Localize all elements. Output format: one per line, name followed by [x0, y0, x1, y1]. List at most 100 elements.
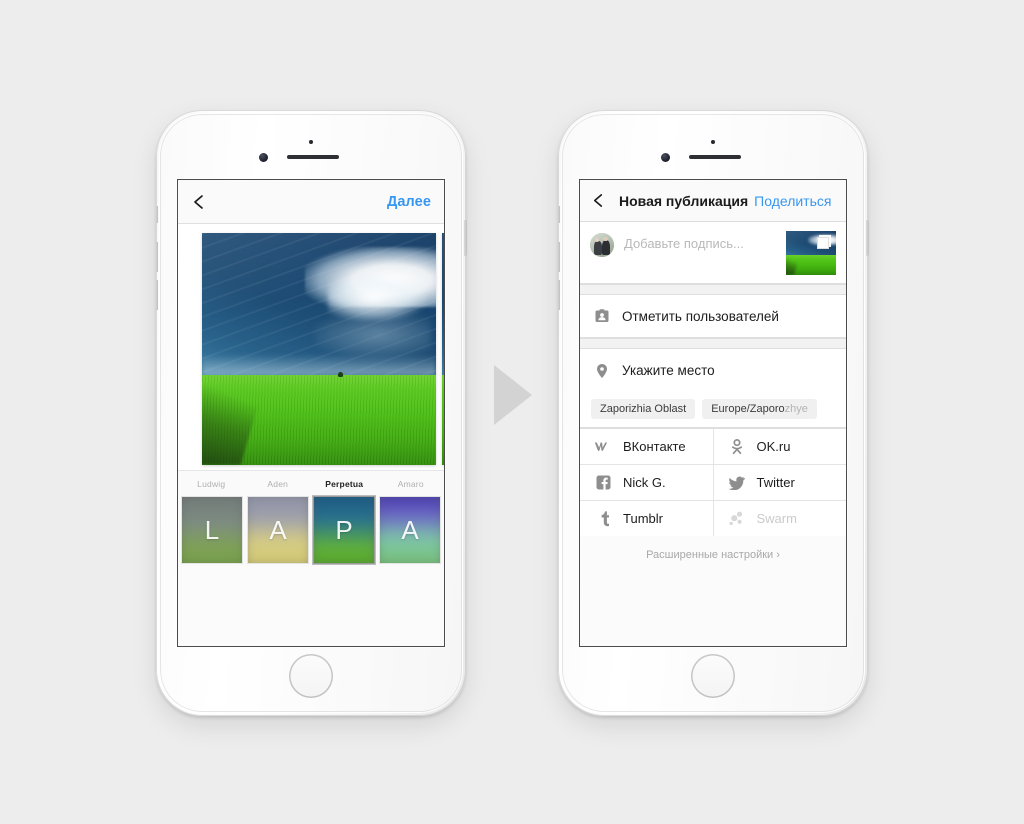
vk-icon: [594, 441, 612, 453]
social-toggle-okru[interactable]: OK.ru: [712, 429, 847, 464]
scene-root: Далее Ludwig Aden Perpetua Amaro L A P A…: [0, 0, 1024, 824]
social-label-twitter: Twitter: [756, 475, 795, 490]
volume-up-button-right[interactable]: [557, 242, 560, 272]
earpiece-speaker-icon: [287, 155, 339, 159]
phone-left: Далее Ludwig Aden Perpetua Amaro L A P A: [155, 110, 467, 716]
social-toggle-facebook[interactable]: Nick G.: [580, 465, 713, 500]
field-layer-next: [442, 374, 444, 465]
home-button-icon[interactable]: [289, 654, 333, 698]
photo-scene: [202, 233, 436, 465]
location-chip-2-faded: zhye: [784, 403, 808, 415]
cloud-soft: [328, 274, 427, 322]
social-label-swarm: Swarm: [756, 511, 797, 526]
filter-label-ludwig[interactable]: Ludwig: [178, 479, 245, 489]
filter-empty-area: [178, 567, 444, 646]
row-tag-people-label: Отметить пользователей: [622, 308, 779, 324]
location-pin-icon: [593, 362, 610, 379]
social-row-1: ВКонтакте OK.ru: [580, 429, 846, 465]
social-row-2: Nick G. Twitter: [580, 465, 846, 501]
volume-down-button[interactable]: [155, 280, 158, 310]
filter-thumbnail-row[interactable]: L A P A: [178, 496, 444, 567]
filter-label-aden[interactable]: Aden: [245, 479, 312, 489]
multiple-photos-icon: [817, 235, 831, 249]
front-camera-icon: [259, 153, 268, 162]
photo-preview[interactable]: [202, 233, 436, 465]
swarm-icon: [728, 511, 746, 526]
filter-name-row: Ludwig Aden Perpetua Amaro: [178, 470, 444, 496]
section-gap-2: [580, 338, 846, 349]
filter-label-perpetua[interactable]: Perpetua: [311, 479, 378, 489]
home-button-icon-right[interactable]: [691, 654, 735, 698]
power-button-right[interactable]: [866, 220, 869, 256]
proximity-sensor-icon: [309, 140, 313, 144]
filter-letter-perpetua: P: [335, 514, 353, 545]
row-tag-people[interactable]: Отметить пользователей: [580, 295, 846, 338]
post-thumbnail[interactable]: [786, 231, 836, 275]
tag-people-icon: [593, 308, 610, 325]
photo-carousel[interactable]: [178, 224, 444, 470]
volume-down-button-right[interactable]: [557, 280, 560, 310]
filter-letter-aden: A: [269, 514, 287, 545]
share-empty-area: [580, 575, 846, 646]
avatar-face-right: [603, 236, 608, 242]
front-camera-icon-right: [661, 153, 670, 162]
location-chip-2-text: Europe/Zaporo: [711, 403, 785, 415]
social-label-vkontakte: ВКонтакте: [623, 439, 686, 454]
filter-thumb-aden[interactable]: A: [247, 496, 309, 564]
filter-thumb-ludwig[interactable]: L: [181, 496, 243, 564]
earpiece-speaker-icon-right: [689, 155, 741, 159]
share-navbar: Новая публикация Поделиться: [580, 180, 846, 222]
power-button[interactable]: [464, 220, 467, 256]
share-button[interactable]: Поделиться: [754, 193, 831, 209]
row-add-location[interactable]: Укажите место: [580, 349, 846, 392]
progress-arrow: [492, 363, 534, 427]
photo-next-preview[interactable]: [442, 233, 444, 465]
sky-layer-next: [442, 233, 444, 377]
filter-letter-amaro: A: [401, 514, 419, 545]
filter-thumb-perpetua[interactable]: P: [313, 496, 375, 564]
ok-ru-icon: [728, 438, 746, 455]
social-share-grid: ВКонтакте OK.ru Nick G. Twitter Tumblr S…: [580, 428, 846, 536]
advanced-settings-label: Расширенные настройки: [646, 549, 774, 561]
page-title: Новая публикация: [619, 192, 749, 209]
proximity-sensor-icon-right: [711, 140, 715, 144]
section-gap-1: [580, 284, 846, 295]
avatar-person-right: [601, 239, 610, 255]
caption-input[interactable]: Добавьте подпись...: [624, 231, 776, 251]
twitter-icon: [728, 476, 746, 490]
caption-row[interactable]: Добавьте подпись...: [580, 222, 846, 284]
social-label-facebook: Nick G.: [623, 475, 666, 490]
row-add-location-label: Укажите место: [622, 363, 715, 378]
filter-letter-ludwig: L: [204, 514, 220, 545]
mute-switch-right[interactable]: [557, 206, 560, 223]
location-suggestions: Zaporizhia Oblast Europe/Zaporozhye: [580, 392, 846, 428]
chevron-right-icon: ›: [776, 549, 780, 561]
social-label-okru: OK.ru: [756, 439, 791, 454]
photo-next-scene: [442, 233, 444, 465]
tumblr-icon: [594, 510, 612, 527]
social-label-tumblr: Tumblr: [623, 511, 663, 526]
social-row-3: Tumblr Swarm: [580, 501, 846, 536]
advanced-settings-link[interactable]: Расширенные настройки ›: [580, 536, 846, 575]
mute-switch[interactable]: [155, 206, 158, 223]
volume-up-button[interactable]: [155, 242, 158, 272]
social-toggle-swarm[interactable]: Swarm: [712, 501, 847, 536]
multi-front-sheet: [817, 237, 829, 249]
avatar-person-left: [593, 241, 602, 256]
location-chip-1[interactable]: Zaporizhia Oblast: [591, 399, 696, 419]
distant-tree: [337, 372, 343, 378]
screen-left: Далее Ludwig Aden Perpetua Amaro L A P A: [178, 180, 444, 646]
filter-label-amaro[interactable]: Amaro: [378, 479, 445, 489]
next-button[interactable]: Далее: [387, 194, 431, 210]
social-toggle-twitter[interactable]: Twitter: [712, 465, 847, 500]
back-button-right[interactable]: [591, 193, 607, 209]
back-button[interactable]: [191, 194, 207, 210]
location-chip-2[interactable]: Europe/Zaporozhye: [702, 399, 817, 419]
filter-thumb-amaro[interactable]: A: [379, 496, 441, 564]
screen-right: Новая публикация Поделиться Добавьте под…: [580, 180, 846, 646]
user-avatar-icon[interactable]: [590, 233, 614, 257]
phone-right: Новая публикация Поделиться Добавьте под…: [557, 110, 869, 716]
social-toggle-vkontakte[interactable]: ВКонтакте: [580, 429, 713, 464]
facebook-icon: [594, 475, 612, 490]
social-toggle-tumblr[interactable]: Tumblr: [580, 501, 713, 536]
